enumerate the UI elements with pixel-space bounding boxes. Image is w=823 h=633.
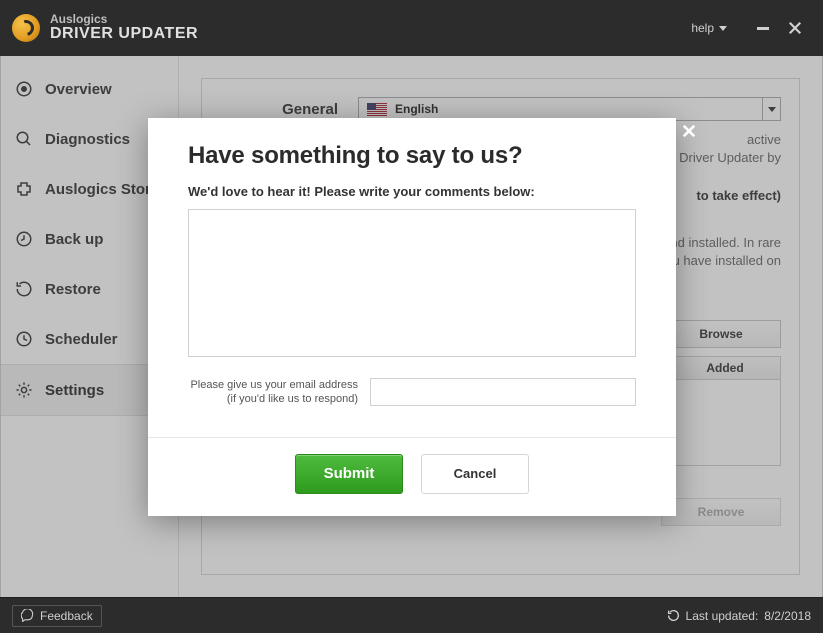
- dialog-title: Have something to say to us?: [188, 142, 636, 170]
- minimize-button[interactable]: [747, 12, 779, 44]
- chevron-down-icon: [719, 26, 727, 31]
- last-updated: Last updated: 8/2/2018: [667, 609, 811, 623]
- close-icon: [682, 124, 696, 138]
- last-updated-value: 8/2/2018: [764, 609, 811, 623]
- vendor-text: Auslogics: [50, 13, 198, 26]
- last-updated-label: Last updated:: [686, 609, 759, 623]
- cancel-button[interactable]: Cancel: [421, 454, 529, 494]
- email-label: Please give us your email address (if yo…: [188, 378, 358, 407]
- dialog-close-button[interactable]: [676, 118, 702, 144]
- feedback-label: Feedback: [40, 609, 93, 623]
- comments-textarea[interactable]: [188, 209, 636, 357]
- feedback-dialog: Have something to say to us? We'd love t…: [148, 118, 676, 516]
- email-field[interactable]: [370, 378, 636, 406]
- close-button[interactable]: [779, 12, 811, 44]
- app-logo-icon: [12, 14, 40, 42]
- title-bar: Auslogics DRIVER UPDATER help: [0, 0, 823, 56]
- close-icon: [788, 21, 802, 35]
- feedback-button[interactable]: Feedback: [12, 605, 102, 627]
- submit-button[interactable]: Submit: [295, 454, 403, 494]
- help-menu[interactable]: help: [691, 21, 727, 35]
- help-label: help: [691, 21, 714, 35]
- refresh-icon: [667, 609, 680, 622]
- app-title: Auslogics DRIVER UPDATER: [50, 13, 198, 42]
- dialog-subtitle: We'd love to hear it! Please write your …: [188, 184, 636, 199]
- chat-icon: [21, 609, 34, 622]
- product-text: DRIVER UPDATER: [50, 26, 198, 43]
- status-bar: Feedback Last updated: 8/2/2018: [0, 597, 823, 633]
- minimize-icon: [757, 27, 769, 30]
